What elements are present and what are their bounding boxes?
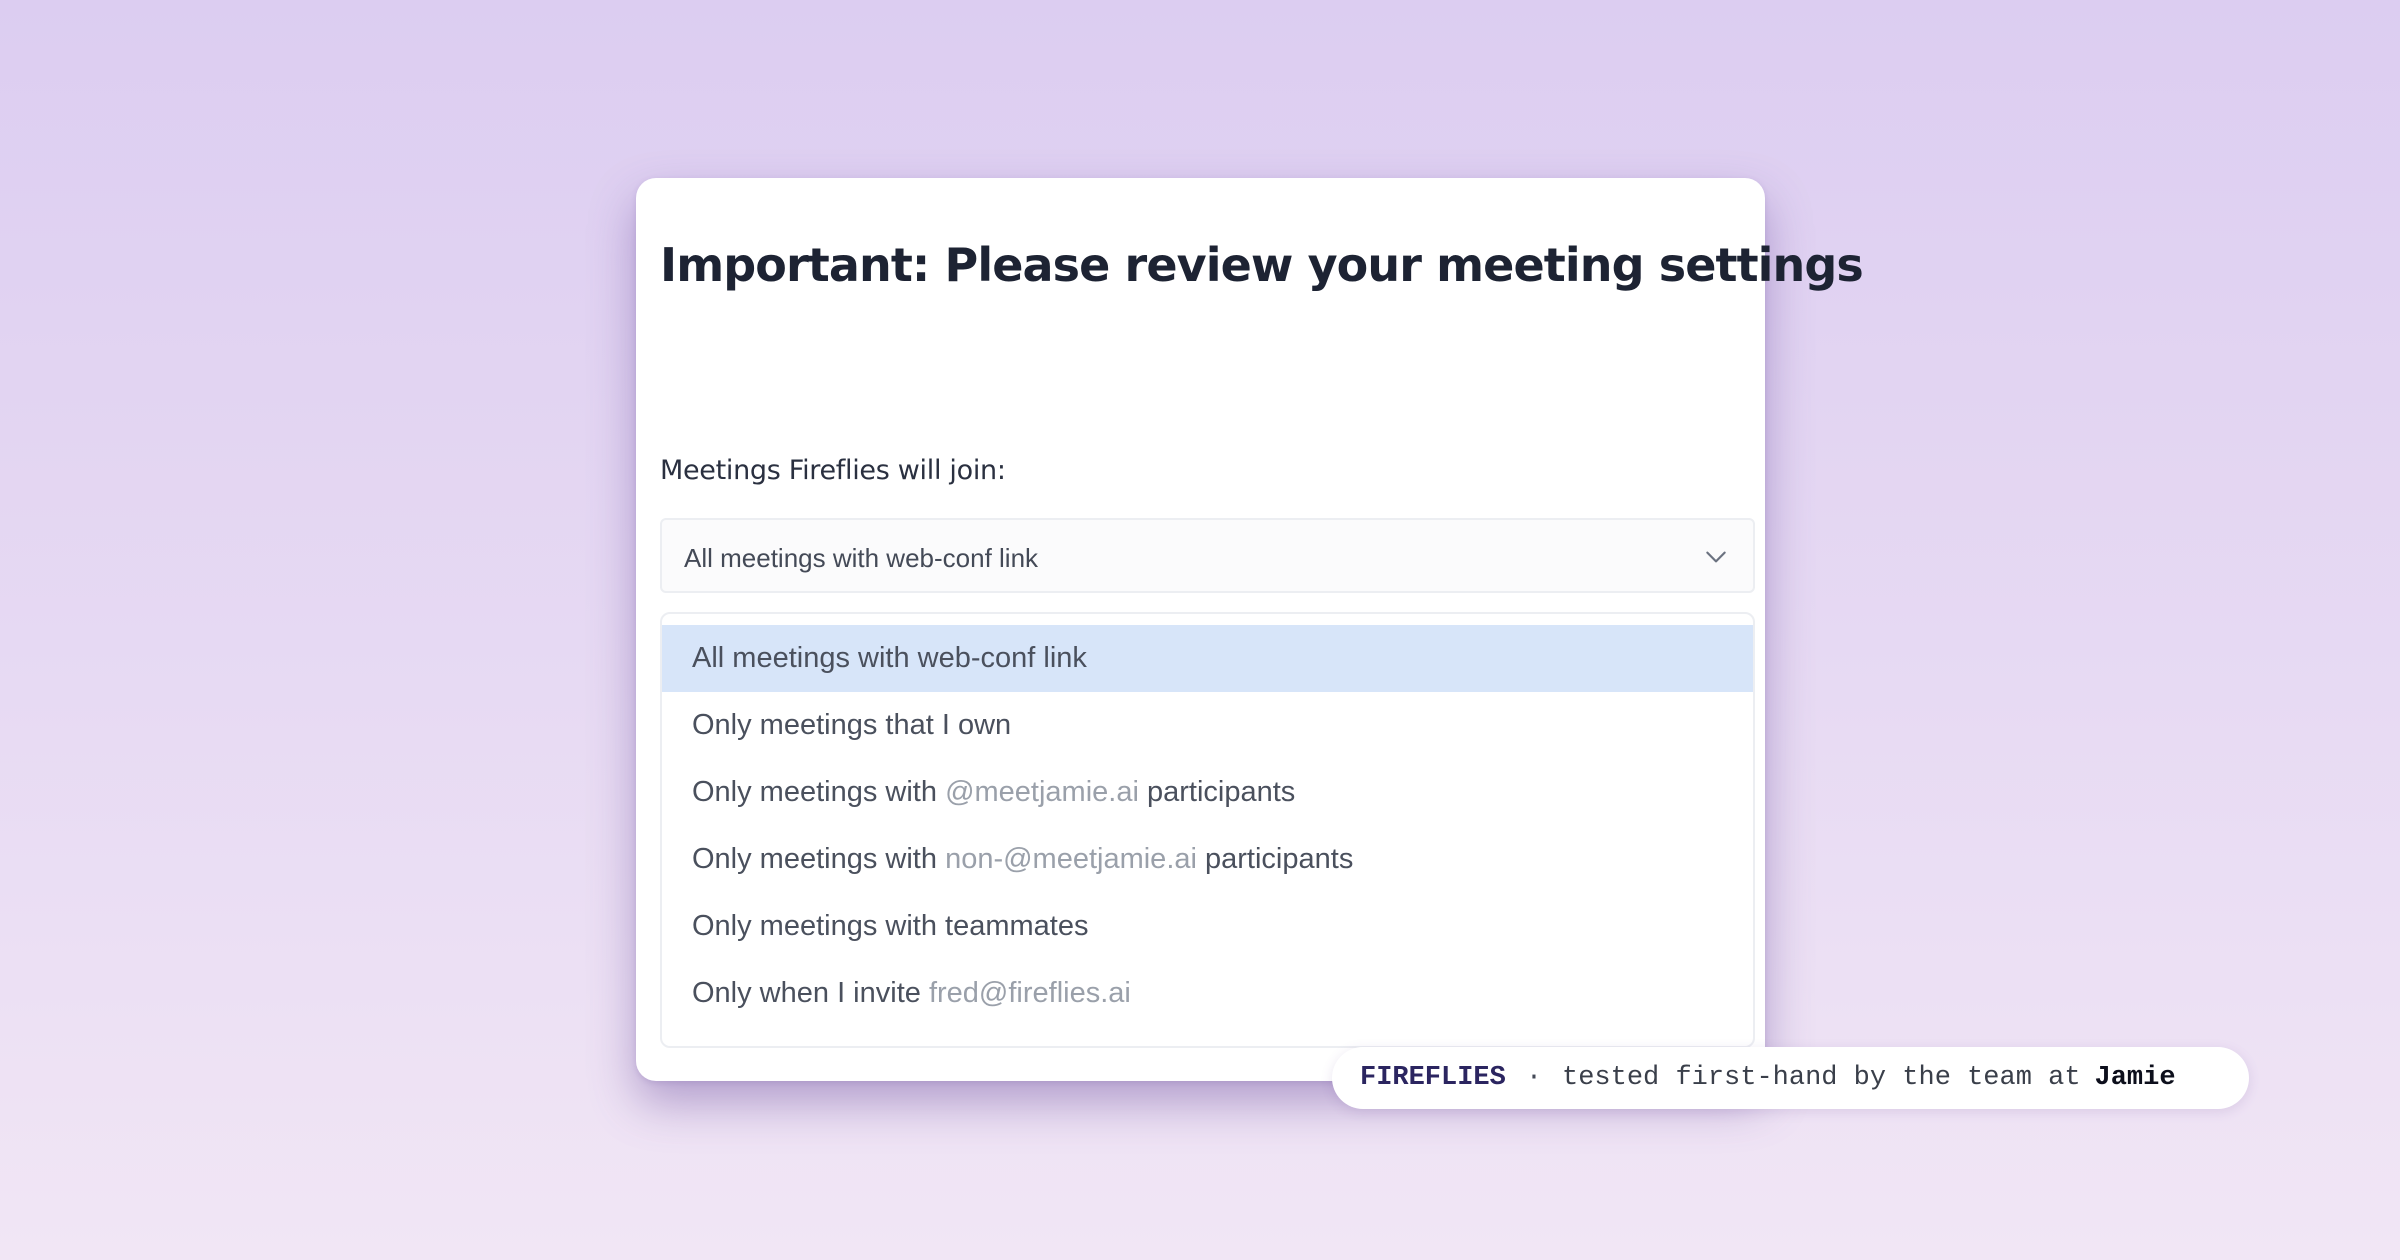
option-label: Only meetings that I own — [692, 709, 1012, 741]
option-label: Only meetings with — [692, 843, 937, 875]
meeting-settings-dialog: Important: Please review your meeting se… — [636, 178, 1864, 1081]
option-with-teammates[interactable]: Only meetings with teammates — [662, 893, 1753, 960]
option-domain: @meetjamie.ai — [945, 776, 1139, 808]
dialog-title: Important: Please review your meeting se… — [660, 238, 1864, 292]
option-label: Only when I invite — [692, 977, 921, 1009]
option-label: All meetings with web-conf link — [692, 642, 1087, 674]
meetings-field-label: Meetings Fireflies will join: — [660, 455, 1006, 486]
option-domain: non-@meetjamie.ai — [945, 843, 1197, 875]
review-badge: FIREFLIES · tested first-hand by the team … — [1332, 1047, 2249, 1109]
option-when-invited[interactable]: Only when I invite fred@fireflies.ai — [662, 960, 1753, 1027]
option-all-meetings[interactable]: All meetings with web-conf link — [662, 625, 1753, 692]
option-internal-participants[interactable]: Only meetings with @meetjamie.ai partici… — [662, 759, 1753, 826]
badge-separator: · — [1525, 1063, 1543, 1093]
option-label: Only meetings with — [692, 776, 937, 808]
option-label: Only meetings with teammates — [692, 910, 1089, 942]
select-current-value: All meetings with web-conf link — [684, 543, 1039, 573]
option-bot-email: fred@fireflies.ai — [928, 977, 1131, 1009]
badge-company: Jamie — [2094, 1063, 2176, 1093]
option-meetings-i-own[interactable]: Only meetings that I own — [662, 692, 1753, 759]
chevron-down-icon — [1706, 551, 1726, 563]
option-label-suffix: participants — [1146, 776, 1296, 808]
meetings-select[interactable]: All meetings with web-conf link — [660, 518, 1755, 593]
badge-text: tested first-hand by the team at — [1562, 1063, 2081, 1093]
option-external-participants[interactable]: Only meetings with non-@meetjamie.ai par… — [662, 826, 1753, 893]
badge-brand: FIREFLIES — [1360, 1063, 1506, 1093]
meetings-dropdown-list: All meetings with web-conf link Only mee… — [660, 612, 1755, 1048]
option-label-suffix: participants — [1205, 843, 1354, 875]
